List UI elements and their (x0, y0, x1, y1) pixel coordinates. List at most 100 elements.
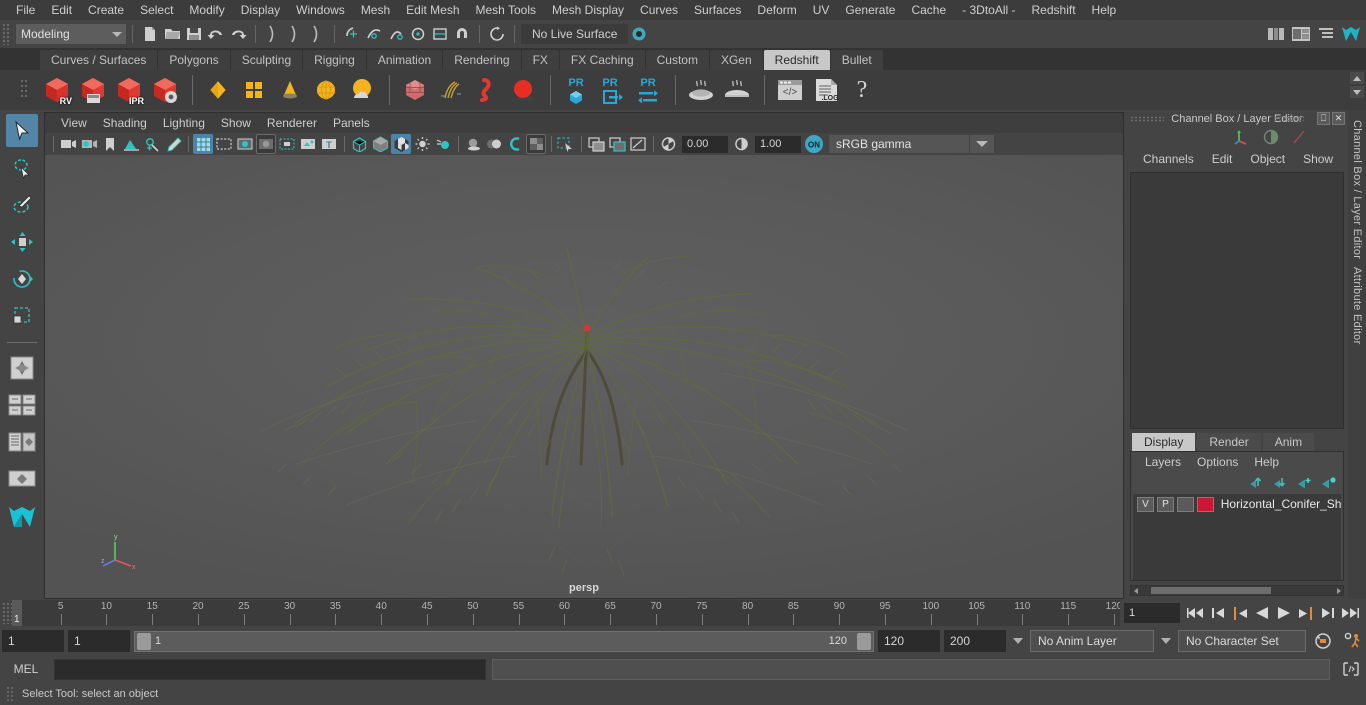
range-slider-bar[interactable]: 1 120 (134, 630, 874, 652)
layer-row[interactable]: V P Horizontal_Conifer_Sh (1133, 494, 1341, 514)
contrast-icon[interactable] (1262, 128, 1280, 149)
hypershade-icon[interactable] (1265, 23, 1287, 45)
outliner-icon[interactable] (1315, 23, 1337, 45)
open-scene-icon[interactable] (161, 23, 183, 45)
go-to-start-icon[interactable] (1186, 603, 1206, 623)
tool-last-used[interactable] (6, 351, 38, 384)
menu-generate[interactable]: Generate (837, 0, 903, 20)
tool-move[interactable] (6, 225, 38, 258)
shelf-tab-animation[interactable]: Animation (366, 50, 443, 70)
menu-deform[interactable]: Deform (749, 0, 804, 20)
channel-box-attribute-list[interactable] (1130, 172, 1344, 429)
ipr-render-icon[interactable] (607, 134, 627, 154)
color-profile-select[interactable]: sRGB gamma (829, 135, 969, 153)
scrollbar-thumb[interactable] (1151, 587, 1271, 594)
time-slider-grip[interactable] (2, 602, 12, 624)
all-lights-icon[interactable] (433, 134, 453, 154)
new-layer-icon[interactable] (1297, 475, 1313, 492)
step-back-frame-icon[interactable] (1230, 603, 1250, 623)
viewport-menu-lighting[interactable]: Lighting (155, 113, 213, 133)
shelf-btn-redshift-sphere[interactable] (506, 73, 540, 107)
grease-pencil-icon[interactable] (163, 134, 183, 154)
viewport-menu-show[interactable]: Show (213, 113, 259, 133)
channel-box-menu-edit[interactable]: Edit (1203, 152, 1242, 166)
live-surface-field[interactable]: No Live Surface (521, 24, 629, 44)
menu-surfaces[interactable]: Surfaces (686, 0, 749, 20)
shelf-tab-xgen[interactable]: XGen (709, 50, 763, 70)
scroll-right-icon[interactable] (1333, 586, 1343, 595)
layer-visibility-toggle[interactable]: V (1137, 496, 1154, 512)
tool-select[interactable] (6, 114, 38, 147)
menu-set-selector[interactable]: Modeling (16, 24, 108, 44)
shelf-tab-polygons[interactable]: Polygons (158, 50, 230, 70)
animation-start-field[interactable]: 1 (2, 630, 64, 652)
dock-tab-attribute-editor[interactable]: Attribute Editor (1351, 263, 1363, 349)
shelf-btn-redshift-render-settings[interactable] (148, 73, 182, 107)
render-view-icon[interactable] (1290, 23, 1312, 45)
shelf-btn-redshift-log[interactable]: .LOG (809, 73, 843, 107)
range-end-handle[interactable] (857, 632, 871, 650)
menu-display[interactable]: Display (233, 0, 288, 20)
make-live-icon[interactable] (628, 23, 650, 45)
motion-blur-icon[interactable] (505, 134, 525, 154)
select-by-component-icon[interactable] (306, 23, 328, 45)
shelf-tab-fx[interactable]: FX (521, 50, 559, 70)
shelf-btn-redshift-render-sequence[interactable] (76, 73, 110, 107)
bookmark-icon[interactable] (100, 134, 120, 154)
menu-uv[interactable]: UV (805, 0, 838, 20)
render-settings-icon[interactable] (628, 134, 648, 154)
play-backwards-icon[interactable] (1252, 603, 1272, 623)
layer-menu-help[interactable]: Help (1246, 455, 1287, 469)
status-line-grip[interactable] (2, 23, 10, 45)
help-line-grip[interactable] (6, 686, 14, 702)
shelf-scroll-buttons[interactable] (1350, 72, 1364, 98)
2d-pan-zoom-icon[interactable] (142, 134, 162, 154)
restore-icon[interactable]: ⎕ (1317, 112, 1330, 125)
character-set-select[interactable]: No Character Set (1178, 630, 1306, 652)
layer-horizontal-scrollbar[interactable] (1130, 585, 1344, 596)
shelf-btn-redshift-render-view[interactable]: RV (40, 73, 74, 107)
film-gate-icon[interactable] (214, 134, 234, 154)
range-start-field[interactable]: 1 (68, 630, 130, 652)
shelf-btn-redshift-portal-light[interactable] (237, 73, 271, 107)
color-management-toggle-icon[interactable]: ON (804, 134, 824, 154)
multisample-icon[interactable] (526, 134, 546, 154)
channel-box-menu-object[interactable]: Object (1241, 152, 1294, 166)
viewport-menu-view[interactable]: View (53, 113, 95, 133)
step-forward-frame-icon[interactable] (1296, 603, 1316, 623)
layout-persp-outliner[interactable] (6, 425, 38, 458)
safe-action-icon[interactable] (298, 134, 318, 154)
menu-help[interactable]: Help (1084, 0, 1125, 20)
menu-3dtoall[interactable]: - 3DtoAll - (954, 0, 1023, 20)
shelf-btn-redshift-pr-transfer[interactable]: PR (631, 73, 665, 107)
menu-edit[interactable]: Edit (43, 0, 80, 20)
shelf-tab-bullet[interactable]: Bullet (830, 50, 883, 70)
current-time-indicator[interactable]: 1 (12, 600, 22, 626)
tool-lasso-select[interactable] (6, 151, 38, 184)
scroll-left-icon[interactable] (1131, 586, 1141, 595)
shelf-tab-rigging[interactable]: Rigging (303, 50, 366, 70)
menu-create[interactable]: Create (80, 0, 132, 20)
tool-paint-select[interactable] (6, 188, 38, 221)
move-layer-down-icon[interactable] (1273, 475, 1289, 492)
new-scene-icon[interactable] (139, 23, 161, 45)
menu-mesh[interactable]: Mesh (353, 0, 398, 20)
screen-space-ao-icon[interactable] (484, 134, 504, 154)
viewport-menu-renderer[interactable]: Renderer (259, 113, 325, 133)
range-end-field[interactable]: 120 (878, 630, 940, 652)
select-by-hierarchy-icon[interactable] (262, 23, 284, 45)
character-set-chevron-down-icon[interactable] (1158, 630, 1174, 652)
menu-mesh-tools[interactable]: Mesh Tools (468, 0, 544, 20)
layer-name[interactable]: Horizontal_Conifer_Sh (1221, 497, 1341, 511)
go-to-end-icon[interactable] (1340, 603, 1360, 623)
slash-icon[interactable] (1290, 128, 1308, 149)
smooth-shade-selected-icon[interactable] (391, 134, 411, 154)
viewport-menu-panels[interactable]: Panels (325, 113, 378, 133)
shelf-btn-redshift-hair[interactable] (434, 73, 468, 107)
menu-modify[interactable]: Modify (181, 0, 232, 20)
shelf-btn-redshift-ipr[interactable]: IPR (112, 73, 146, 107)
default-lighting-icon[interactable] (412, 134, 432, 154)
film-origin-icon[interactable] (277, 134, 297, 154)
shadows-icon[interactable] (463, 134, 483, 154)
menu-set-chevron-down-icon[interactable] (108, 24, 126, 44)
